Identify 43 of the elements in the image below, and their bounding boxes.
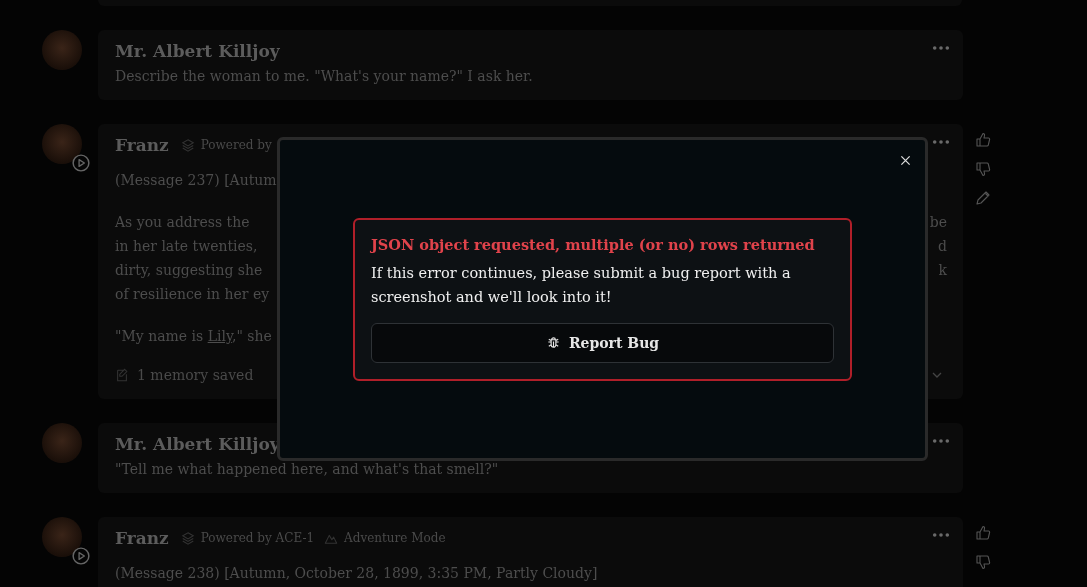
close-icon — [899, 154, 911, 166]
message-text: Describe the woman to me. "What's your name?" I ask her. — [115, 67, 533, 86]
error-title: JSON object requested, multiple (or no) rows returned — [371, 235, 816, 253]
author-name: Mr. Albert Killjoy — [115, 434, 280, 454]
memory-status[interactable]: 1 memory saved — [137, 367, 254, 383]
play-icon[interactable] — [72, 154, 90, 172]
thumbs-up-icon[interactable] — [975, 132, 991, 148]
message-text: "My name is Lily," she — [115, 327, 272, 346]
badge-label: Powered by ACE-1 — [200, 531, 315, 545]
author-name: Franz — [115, 135, 169, 155]
message-text: of resilience in her ey — [115, 285, 270, 304]
badge-label: Powered by — [200, 138, 272, 152]
message-text: d — [938, 237, 947, 256]
avatar — [42, 423, 82, 463]
layers-icon — [180, 531, 195, 545]
play-icon[interactable] — [72, 547, 90, 565]
thumbs-down-icon[interactable] — [975, 554, 991, 570]
message-header-text: (Message 238) [Autumn, October 28, 1899, 3:35 PM, Partly Cloudy] — [115, 564, 598, 583]
bug-icon — [545, 335, 561, 350]
message-text: be — [929, 213, 947, 232]
thumbs-down-icon[interactable] — [975, 161, 991, 177]
more-icon[interactable] — [932, 438, 950, 444]
avatar — [42, 30, 82, 70]
badge-label: Adventure Mode — [344, 531, 446, 545]
message-text: As you address the — [115, 213, 250, 232]
thumbs-up-icon[interactable] — [975, 525, 991, 541]
message-text: "Tell me what happened here, and what's that smell?" — [115, 460, 499, 479]
report-bug-button[interactable]: Report Bug — [371, 322, 834, 363]
chevron-down-icon[interactable] — [931, 371, 943, 379]
message-text: k — [938, 261, 947, 280]
message-text: dirty, suggesting she — [115, 261, 263, 280]
notepad-icon — [115, 368, 129, 382]
error-message: If this error continues, please submit a bug report with a screenshot and we'll look into it! — [371, 263, 792, 307]
message-header-text: (Message 237) [Autum — [115, 171, 277, 190]
more-icon[interactable] — [932, 45, 950, 51]
pencil-icon[interactable] — [975, 190, 991, 206]
more-icon[interactable] — [932, 139, 950, 145]
author-name: Franz — [115, 528, 169, 548]
author-name: Mr. Albert Killjoy — [115, 41, 280, 61]
layers-icon — [180, 138, 195, 152]
more-icon[interactable] — [932, 532, 950, 538]
name-link[interactable]: Lily — [207, 328, 232, 344]
message-text: in her late twenties, — [115, 237, 258, 256]
